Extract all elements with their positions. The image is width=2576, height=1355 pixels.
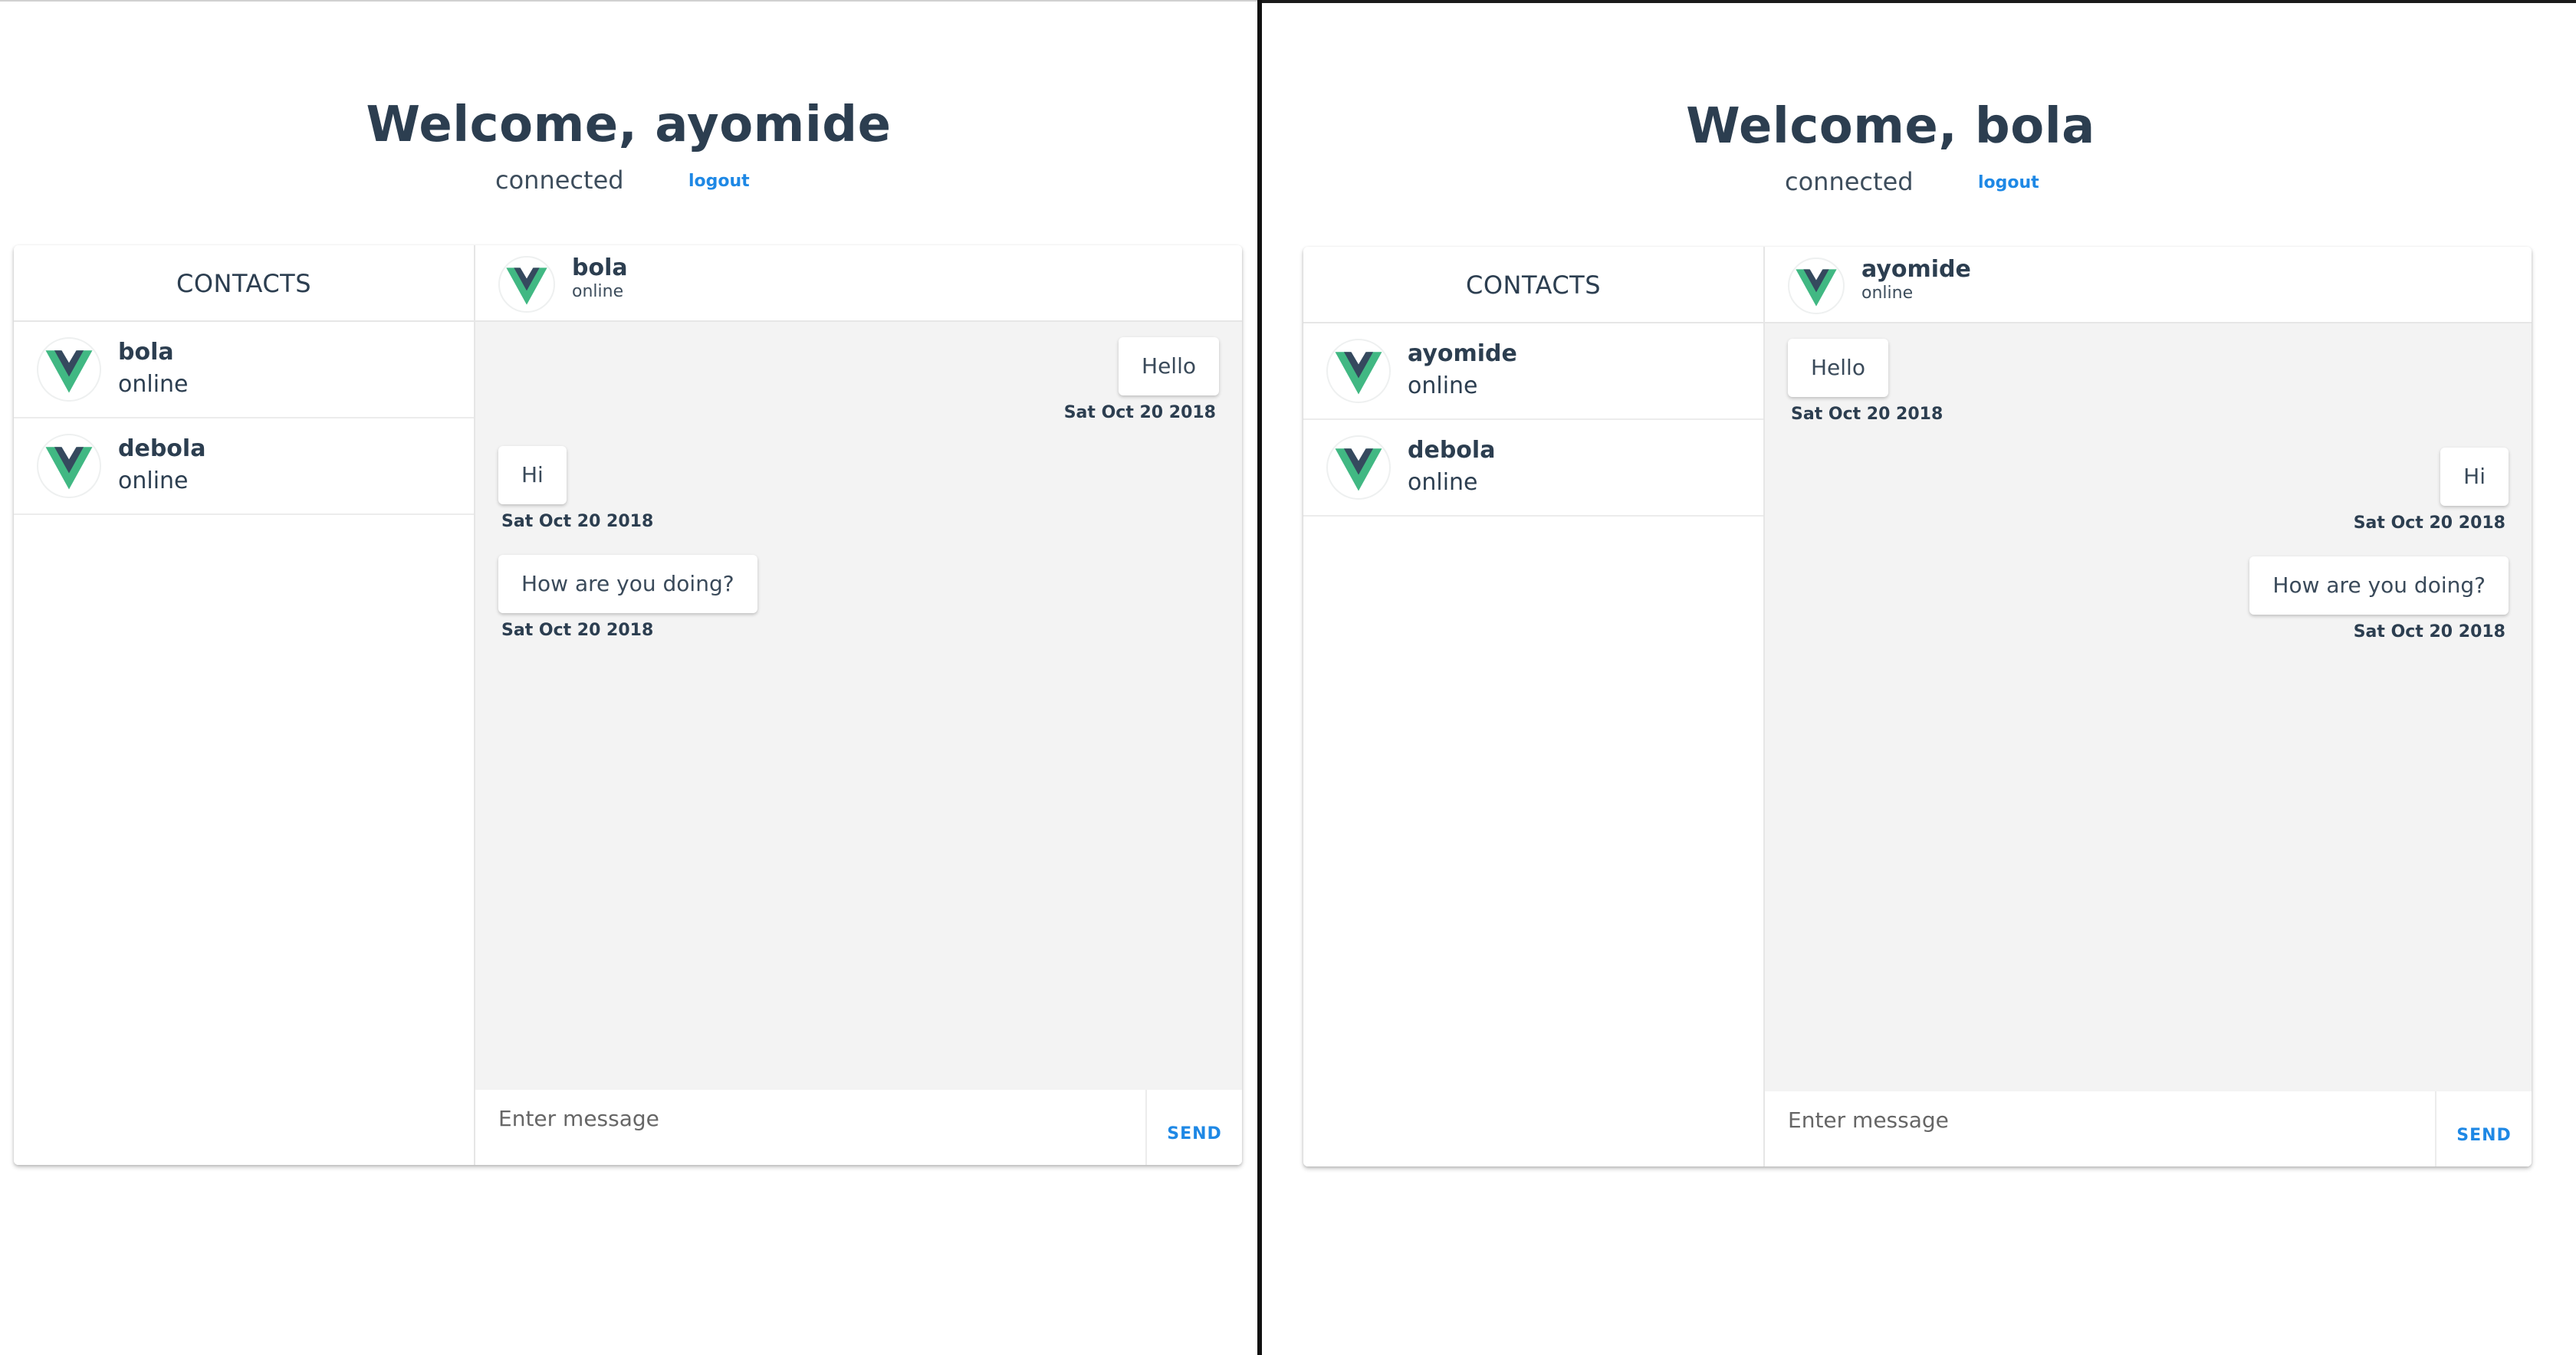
conversation-header: bola online	[475, 245, 1242, 322]
message-bubble: Hi	[2440, 448, 2509, 506]
message-date: Sat Oct 20 2018	[1063, 403, 1216, 422]
message-date: Sat Oct 20 2018	[501, 512, 654, 531]
vue-logo-icon	[498, 256, 555, 313]
conversation-partner-status: online	[1861, 284, 1914, 303]
conversation-panel: ayomide online Hello Sat Oct 20 2018 Hi …	[1765, 247, 2532, 1166]
message-input[interactable]	[1765, 1091, 2436, 1166]
message-item: How are you doing? Sat Oct 20 2018	[2249, 556, 2509, 641]
logout-link[interactable]: logout	[688, 172, 750, 191]
left-chat-window: Welcome, ayomide connected logout CONTAC…	[0, 0, 1257, 1355]
chat-card: CONTACTS ayomide online debola online ay…	[1303, 247, 2532, 1166]
message-item: Hello Sat Oct 20 2018	[1064, 337, 1219, 422]
connection-row: connected logout	[0, 166, 1257, 196]
contact-name: debola	[1408, 437, 1496, 464]
message-item: Hi Sat Oct 20 2018	[498, 446, 653, 531]
message-list[interactable]: Hello Sat Oct 20 2018 Hi Sat Oct 20 2018…	[1765, 323, 2532, 1091]
contacts-header: CONTACTS	[1303, 247, 1763, 323]
contacts-panel: CONTACTS bola online debola online	[14, 245, 475, 1165]
connection-row: connected logout	[1262, 167, 2519, 198]
contact-status: online	[1408, 469, 1478, 496]
contact-item-debola[interactable]: debola online	[1303, 420, 1763, 517]
logout-link[interactable]: logout	[1978, 173, 2039, 192]
conversation-partner-status: online	[572, 282, 624, 301]
vue-logo-icon	[37, 434, 101, 498]
vue-logo-icon	[1326, 435, 1391, 500]
contact-name: debola	[118, 435, 206, 462]
message-date: Sat Oct 20 2018	[2353, 513, 2505, 533]
send-button[interactable]: SEND	[2436, 1091, 2532, 1166]
message-bubble: Hello	[1119, 337, 1219, 395]
message-bubble: How are you doing?	[498, 555, 757, 613]
contact-item-ayomide[interactable]: ayomide online	[1303, 323, 1763, 420]
send-button[interactable]: SEND	[1147, 1090, 1242, 1165]
conversation-partner-name: bola	[572, 254, 628, 281]
contact-status: online	[118, 468, 189, 494]
conversation-panel: bola online Hello Sat Oct 20 2018 Hi Sat…	[475, 245, 1242, 1165]
contacts-header: CONTACTS	[14, 245, 474, 322]
welcome-heading: Welcome, bola	[1686, 98, 2095, 155]
contact-item-bola[interactable]: bola online	[14, 322, 474, 418]
chat-card: CONTACTS bola online debola online bola …	[14, 245, 1242, 1165]
connection-status: connected	[1785, 167, 1914, 196]
vue-logo-icon	[1326, 339, 1391, 403]
message-composer: SEND	[1765, 1091, 2532, 1166]
message-item: Hello Sat Oct 20 2018	[1788, 339, 1943, 424]
contacts-panel: CONTACTS ayomide online debola online	[1303, 247, 1765, 1166]
contact-status: online	[1408, 372, 1478, 399]
connection-status: connected	[495, 166, 624, 195]
message-list[interactable]: Hello Sat Oct 20 2018 Hi Sat Oct 20 2018…	[475, 322, 1242, 1090]
contact-status: online	[118, 371, 189, 398]
vue-logo-icon	[37, 337, 101, 402]
message-date: Sat Oct 20 2018	[501, 621, 654, 640]
contact-name: ayomide	[1408, 340, 1517, 367]
right-chat-window: Welcome, bola connected logout CONTACTS …	[1262, 0, 2576, 1355]
message-composer: SEND	[475, 1090, 1242, 1165]
message-input[interactable]	[475, 1090, 1147, 1165]
contact-item-debola[interactable]: debola online	[14, 418, 474, 515]
message-bubble: How are you doing?	[2249, 556, 2509, 615]
message-item: Hi Sat Oct 20 2018	[2354, 448, 2509, 533]
conversation-header: ayomide online	[1765, 247, 2532, 323]
welcome-heading: Welcome, ayomide	[366, 97, 892, 153]
message-date: Sat Oct 20 2018	[1791, 405, 1944, 424]
message-date: Sat Oct 20 2018	[2353, 622, 2505, 641]
message-bubble: Hi	[498, 446, 567, 504]
vue-logo-icon	[1788, 258, 1845, 314]
contact-name: bola	[118, 339, 174, 366]
conversation-partner-name: ayomide	[1861, 256, 1971, 283]
message-bubble: Hello	[1788, 339, 1888, 397]
message-item: How are you doing? Sat Oct 20 2018	[498, 555, 757, 640]
